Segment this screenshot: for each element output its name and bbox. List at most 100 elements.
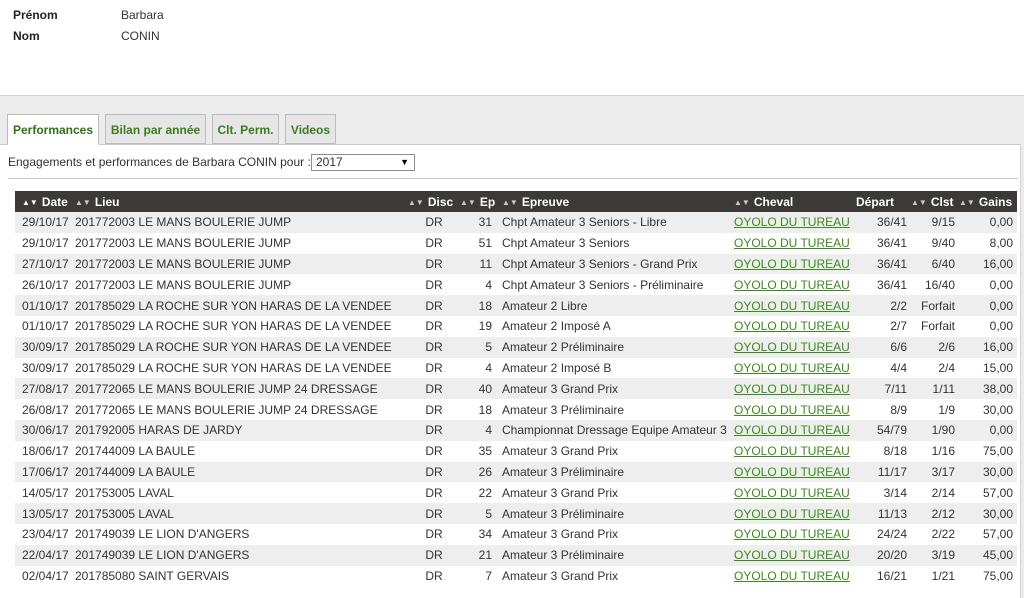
table-row: 22/04/17 201749039 LE LION D'ANGERS DR 21 Am… bbox=[15, 544, 1017, 566]
cell-ep: 34 bbox=[460, 523, 502, 545]
col-disc[interactable]: ▲▼ Disc bbox=[408, 191, 460, 212]
last-name-label: Nom bbox=[13, 29, 40, 43]
cell-lieu: 201772003 LE MANS BOULERIE JUMP bbox=[75, 274, 408, 296]
last-name-value: CONIN bbox=[121, 29, 160, 43]
cell-ep: 4 bbox=[460, 274, 502, 296]
cell-cheval: OYOLO DU TUREAU bbox=[734, 461, 856, 483]
cell-epreuve: Amateur 2 Préliminaire bbox=[502, 336, 734, 358]
cell-lieu: 201753005 LAVAL bbox=[75, 482, 408, 504]
cell-depart: 11/17 bbox=[856, 461, 911, 483]
cell-clst: 2/14 bbox=[911, 482, 959, 504]
cell-gains: 0,00 bbox=[959, 315, 1017, 337]
cell-epreuve: Amateur 2 Libre bbox=[502, 295, 734, 316]
cell-disc: DR bbox=[408, 399, 460, 420]
cell-gains: 0,00 bbox=[959, 295, 1017, 316]
cell-clst: 2/6 bbox=[911, 336, 959, 358]
cell-ep: 26 bbox=[460, 461, 502, 483]
cell-cheval: OYOLO DU TUREAU bbox=[734, 274, 856, 296]
horse-link[interactable]: OYOLO DU TUREAU bbox=[734, 569, 850, 583]
col-lieu[interactable]: ▲▼ Lieu bbox=[75, 191, 408, 212]
tab-bilan-par-annee[interactable]: Bilan par année bbox=[105, 114, 206, 144]
cell-clst: 2/4 bbox=[911, 357, 959, 379]
horse-link[interactable]: OYOLO DU TUREAU bbox=[734, 257, 850, 271]
cell-disc: DR bbox=[408, 315, 460, 337]
cell-depart: 3/14 bbox=[856, 482, 911, 504]
tab-clt-perm[interactable]: Clt. Perm. bbox=[212, 114, 279, 144]
horse-link[interactable]: OYOLO DU TUREAU bbox=[734, 340, 850, 354]
cell-cheval: OYOLO DU TUREAU bbox=[734, 378, 856, 400]
cell-gains: 57,00 bbox=[959, 523, 1017, 545]
cell-clst: 16/40 bbox=[911, 274, 959, 296]
cell-cheval: OYOLO DU TUREAU bbox=[734, 523, 856, 545]
horse-link[interactable]: OYOLO DU TUREAU bbox=[734, 361, 850, 375]
horse-link[interactable]: OYOLO DU TUREAU bbox=[734, 403, 850, 417]
cell-clst: 9/15 bbox=[911, 212, 959, 233]
table-row: 26/10/17 201772003 LE MANS BOULERIE JUMP D… bbox=[15, 274, 1017, 296]
cell-lieu: 201785080 SAINT GERVAIS bbox=[75, 565, 408, 587]
horse-link[interactable]: OYOLO DU TUREAU bbox=[734, 444, 850, 458]
table-row: 17/06/17 201744009 LA BAULE DR 26 Amateur 3 … bbox=[15, 461, 1017, 483]
filter-label: Engagements et performances de Barbara C… bbox=[8, 155, 311, 169]
col-gains[interactable]: ▲▼ Gains bbox=[959, 191, 1017, 212]
cell-disc: DR bbox=[408, 336, 460, 358]
cell-ep: 4 bbox=[460, 419, 502, 441]
horse-link[interactable]: OYOLO DU TUREAU bbox=[734, 423, 850, 437]
horse-link[interactable]: OYOLO DU TUREAU bbox=[734, 215, 850, 229]
horse-link[interactable]: OYOLO DU TUREAU bbox=[734, 507, 850, 521]
cell-depart: 20/20 bbox=[856, 544, 911, 566]
cell-epreuve: Chpt Amateur 3 Seniors - Grand Prix bbox=[502, 253, 734, 275]
cell-lieu: 201744009 LA BAULE bbox=[75, 461, 408, 483]
cell-date: 26/10/17 bbox=[15, 274, 75, 296]
tab-performances[interactable]: Performances bbox=[7, 114, 99, 145]
cell-depart: 36/41 bbox=[856, 232, 911, 254]
horse-link[interactable]: OYOLO DU TUREAU bbox=[734, 319, 850, 333]
horse-link[interactable]: OYOLO DU TUREAU bbox=[734, 548, 850, 562]
cell-epreuve: Amateur 3 Grand Prix bbox=[502, 482, 734, 504]
col-ep[interactable]: ▲▼ Ep bbox=[460, 191, 502, 212]
cell-gains: 16,00 bbox=[959, 336, 1017, 358]
cell-depart: 4/4 bbox=[856, 357, 911, 379]
horse-link[interactable]: OYOLO DU TUREAU bbox=[734, 486, 850, 500]
cell-lieu: 201772003 LE MANS BOULERIE JUMP bbox=[75, 253, 408, 275]
divider bbox=[8, 178, 1018, 179]
table-header: ▲▼ Date ▲▼ Lieu ▲▼ Disc ▲▼ Ep ▲▼ Epreuve ▲▼ Ch… bbox=[15, 191, 1017, 212]
cell-date: 02/04/17 bbox=[15, 565, 75, 587]
sort-icon: ▲▼ bbox=[460, 197, 476, 207]
cell-disc: DR bbox=[408, 274, 460, 296]
cell-epreuve: Chpt Amateur 3 Seniors - Libre bbox=[502, 212, 734, 233]
cell-depart: 2/2 bbox=[856, 295, 911, 316]
horse-link[interactable]: OYOLO DU TUREAU bbox=[734, 236, 850, 250]
col-cheval[interactable]: ▲▼ Cheval bbox=[734, 191, 856, 212]
cell-depart: 7/11 bbox=[856, 378, 911, 400]
cell-epreuve: Chpt Amateur 3 Seniors bbox=[502, 232, 734, 254]
cell-cheval: OYOLO DU TUREAU bbox=[734, 253, 856, 275]
horse-link[interactable]: OYOLO DU TUREAU bbox=[734, 299, 850, 313]
col-epreuve[interactable]: ▲▼ Epreuve bbox=[502, 191, 734, 212]
cell-epreuve: Amateur 3 Grand Prix bbox=[502, 378, 734, 400]
col-depart[interactable]: Départ bbox=[856, 191, 911, 212]
horse-link[interactable]: OYOLO DU TUREAU bbox=[734, 527, 850, 541]
cell-cheval: OYOLO DU TUREAU bbox=[734, 295, 856, 316]
cell-disc: DR bbox=[408, 461, 460, 483]
cell-gains: 16,00 bbox=[959, 253, 1017, 275]
col-clst[interactable]: ▲▼ Clst bbox=[911, 191, 959, 212]
cell-cheval: OYOLO DU TUREAU bbox=[734, 357, 856, 379]
year-select[interactable]: 2017 ▼ bbox=[311, 154, 415, 171]
col-date[interactable]: ▲▼ Date bbox=[15, 191, 75, 212]
horse-link[interactable]: OYOLO DU TUREAU bbox=[734, 465, 850, 479]
cell-epreuve: Amateur 3 Préliminaire bbox=[502, 544, 734, 566]
cell-lieu: 201785029 LA ROCHE SUR YON HARAS DE LA V… bbox=[75, 315, 408, 337]
table-row: 01/10/17 201785029 LA ROCHE SUR YON HARAS… bbox=[15, 295, 1017, 316]
table-row: 29/10/17 201772003 LE MANS BOULERIE JUMP D… bbox=[15, 212, 1017, 233]
table-row: 30/06/17 201792005 HARAS DE JARDY DR 4 Champ… bbox=[15, 419, 1017, 441]
sort-icon: ▲▼ bbox=[408, 197, 424, 207]
horse-link[interactable]: OYOLO DU TUREAU bbox=[734, 382, 850, 396]
cell-date: 30/09/17 bbox=[15, 357, 75, 379]
cell-date: 29/10/17 bbox=[15, 212, 75, 233]
tab-videos[interactable]: Videos bbox=[285, 114, 336, 144]
table-body: 29/10/17 201772003 LE MANS BOULERIE JUMP D… bbox=[15, 212, 1017, 587]
cell-lieu: 201785029 LA ROCHE SUR YON HARAS DE LA V… bbox=[75, 357, 408, 379]
cell-gains: 75,00 bbox=[959, 565, 1017, 587]
horse-link[interactable]: OYOLO DU TUREAU bbox=[734, 278, 850, 292]
cell-ep: 40 bbox=[460, 378, 502, 400]
